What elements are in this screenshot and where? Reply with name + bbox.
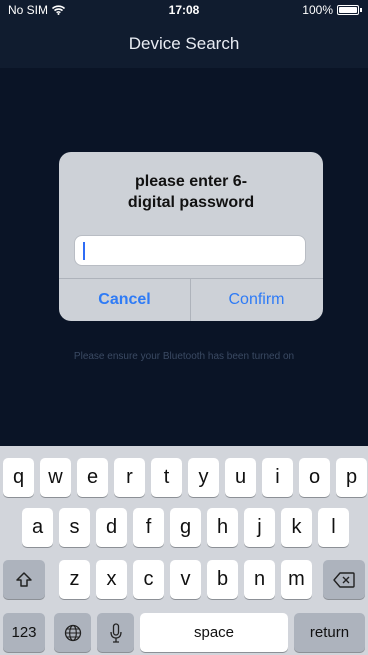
cancel-button[interactable]: Cancel — [59, 279, 190, 321]
microphone-key[interactable] — [97, 613, 134, 652]
key-f[interactable]: f — [133, 508, 164, 547]
microphone-icon — [109, 622, 122, 643]
key-m[interactable]: m — [281, 560, 312, 599]
key-u[interactable]: u — [225, 458, 256, 497]
key-b[interactable]: b — [207, 560, 238, 599]
key-d[interactable]: d — [96, 508, 127, 547]
key-e[interactable]: e — [77, 458, 108, 497]
bluetooth-hint: Please ensure your Bluetooth has been tu… — [73, 351, 295, 362]
battery-indicator: 100% — [302, 3, 362, 17]
key-i[interactable]: i — [262, 458, 293, 497]
dialog-title-line-1: please enter 6- — [134, 173, 248, 190]
password-input[interactable] — [74, 235, 306, 266]
battery-percent: 100% — [302, 3, 333, 17]
status-bar: No SIM 17:08 100% — [0, 0, 368, 20]
return-key[interactable]: return — [294, 613, 365, 652]
key-z[interactable]: z — [59, 560, 90, 599]
key-s[interactable]: s — [59, 508, 90, 547]
key-r[interactable]: r — [114, 458, 145, 497]
text-caret — [83, 242, 85, 260]
page-title: Device Search — [128, 34, 240, 53]
key-k[interactable]: k — [281, 508, 312, 547]
keyboard: q w e r t y u i o p a s d f g h j k l z … — [0, 446, 368, 655]
key-n[interactable]: n — [244, 560, 275, 599]
backspace-icon — [333, 571, 355, 588]
key-o[interactable]: o — [299, 458, 330, 497]
key-l[interactable]: l — [318, 508, 349, 547]
key-p[interactable]: p — [336, 458, 367, 497]
shift-icon — [16, 571, 32, 587]
key-x[interactable]: x — [96, 560, 127, 599]
numbers-key[interactable]: 123 — [3, 613, 45, 652]
key-j[interactable]: j — [244, 508, 275, 547]
confirm-button[interactable]: Confirm — [191, 279, 322, 321]
navigation-bar: Device Search — [0, 20, 368, 68]
key-v[interactable]: v — [170, 560, 201, 599]
globe-key[interactable] — [54, 613, 91, 652]
key-h[interactable]: h — [207, 508, 238, 547]
dialog-title: please enter 6- digital password — [59, 171, 323, 213]
battery-tip — [360, 8, 362, 12]
key-q[interactable]: q — [3, 458, 34, 497]
key-w[interactable]: w — [40, 458, 71, 497]
battery-icon — [337, 5, 359, 15]
key-a[interactable]: a — [22, 508, 53, 547]
delete-key[interactable] — [323, 560, 365, 599]
key-t[interactable]: t — [151, 458, 182, 497]
key-y[interactable]: y — [188, 458, 219, 497]
space-key[interactable]: space — [140, 613, 288, 652]
password-dialog: please enter 6- digital password Cancel … — [59, 152, 323, 321]
key-c[interactable]: c — [133, 560, 164, 599]
dialog-title-line-2: digital password — [127, 194, 255, 211]
globe-icon — [64, 624, 81, 641]
shift-key[interactable] — [3, 560, 45, 599]
key-g[interactable]: g — [170, 508, 201, 547]
